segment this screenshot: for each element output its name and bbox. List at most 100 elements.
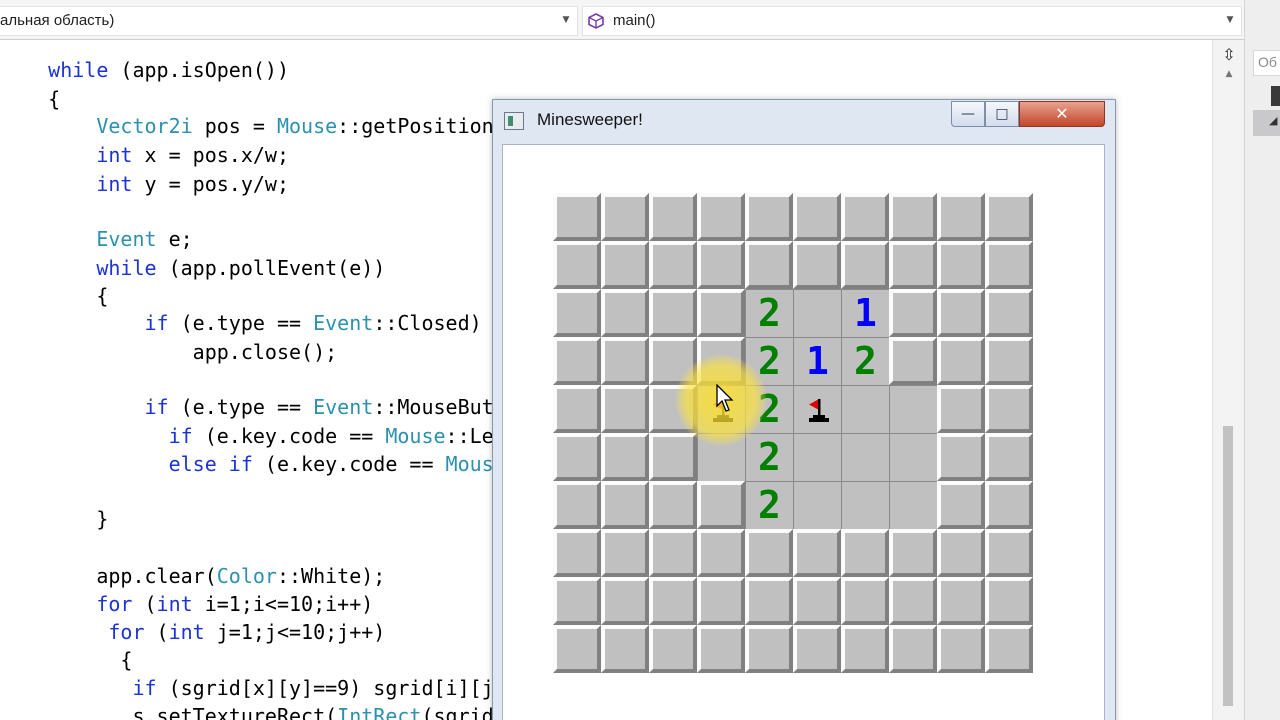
board-cell-closed[interactable] — [553, 433, 601, 481]
board-cell-closed[interactable] — [841, 529, 889, 577]
board-cell-closed[interactable] — [649, 625, 697, 673]
board-cell-closed[interactable] — [697, 241, 745, 289]
board-cell-closed[interactable] — [601, 337, 649, 385]
board-cell-closed[interactable] — [601, 625, 649, 673]
board-cell-closed[interactable] — [553, 337, 601, 385]
board-cell-closed[interactable] — [793, 193, 841, 241]
board-cell-closed[interactable] — [985, 625, 1033, 673]
board-cell-closed[interactable] — [601, 289, 649, 337]
board-cell-closed[interactable] — [985, 481, 1033, 529]
board-cell-closed[interactable] — [889, 577, 937, 625]
board-cell-closed[interactable] — [793, 577, 841, 625]
board-cell-closed[interactable] — [985, 433, 1033, 481]
split-window-icon[interactable]: ⇳ — [1221, 46, 1237, 64]
board-cell-closed[interactable] — [985, 337, 1033, 385]
board-cell-closed[interactable] — [985, 529, 1033, 577]
board-cell-closed[interactable] — [649, 577, 697, 625]
board-cell-closed[interactable] — [601, 385, 649, 433]
board-cell-closed[interactable] — [793, 529, 841, 577]
board-cell-closed[interactable] — [793, 241, 841, 289]
board-cell-closed[interactable] — [937, 289, 985, 337]
board-cell-open[interactable] — [889, 385, 937, 433]
code-line[interactable]: while (app.isOpen()) — [0, 58, 289, 82]
board-cell-open[interactable]: 2 — [745, 433, 793, 481]
board-cell-closed[interactable] — [841, 577, 889, 625]
member-dropdown[interactable]: main() ▼ — [582, 6, 1242, 36]
board-cell-closed[interactable] — [601, 481, 649, 529]
board-cell-closed[interactable] — [745, 241, 793, 289]
board-cell-open[interactable] — [697, 385, 745, 433]
board-cell-open[interactable]: 2 — [841, 337, 889, 385]
board-cell-open[interactable]: 2 — [745, 385, 793, 433]
board-cell-closed[interactable] — [649, 529, 697, 577]
minimize-button[interactable]: — — [951, 101, 985, 127]
scope-dropdown[interactable]: альная область) ▼ — [0, 6, 578, 36]
board-cell-open[interactable] — [889, 433, 937, 481]
code-line[interactable]: if (e.type == Event::MouseButt — [0, 395, 506, 419]
board-cell-open[interactable] — [793, 433, 841, 481]
board-cell-open[interactable] — [793, 385, 841, 433]
close-button[interactable]: ✕ — [1019, 101, 1105, 127]
board-cell-closed[interactable] — [697, 289, 745, 337]
code-line[interactable]: else if (e.key.code == Mouse — [0, 452, 506, 476]
board-cell-closed[interactable] — [697, 193, 745, 241]
minesweeper-board[interactable]: 21212222 — [553, 193, 1033, 673]
scrollbar-thumb[interactable] — [1223, 426, 1233, 706]
board-cell-closed[interactable] — [649, 433, 697, 481]
board-cell-closed[interactable] — [697, 529, 745, 577]
code-line[interactable]: { — [0, 87, 60, 111]
code-line[interactable]: if (e.type == Event::Closed) — [0, 311, 482, 335]
code-line[interactable]: { — [0, 648, 132, 672]
board-cell-closed[interactable] — [553, 385, 601, 433]
board-cell-closed[interactable] — [937, 481, 985, 529]
board-cell-open[interactable]: 2 — [745, 481, 793, 529]
code-line[interactable]: int y = pos.y/w; — [0, 172, 289, 196]
board-cell-closed[interactable] — [553, 289, 601, 337]
board-cell-closed[interactable] — [553, 241, 601, 289]
board-cell-closed[interactable] — [553, 529, 601, 577]
code-line[interactable]: int x = pos.x/w; — [0, 143, 289, 167]
board-cell-open[interactable] — [841, 433, 889, 481]
board-cell-closed[interactable] — [697, 337, 745, 385]
board-cell-open[interactable]: 2 — [745, 289, 793, 337]
board-cell-closed[interactable] — [889, 337, 937, 385]
board-cell-closed[interactable] — [889, 529, 937, 577]
board-cell-closed[interactable] — [889, 241, 937, 289]
code-line[interactable]: } — [0, 507, 108, 531]
board-cell-closed[interactable] — [937, 385, 985, 433]
board-cell-open[interactable] — [889, 481, 937, 529]
board-cell-closed[interactable] — [553, 625, 601, 673]
code-line[interactable]: for (int j=1;j<=10;j++) — [0, 620, 385, 644]
code-line[interactable]: if (e.key.code == Mouse::Lef — [0, 424, 506, 448]
board-cell-closed[interactable] — [937, 193, 985, 241]
board-cell-closed[interactable] — [889, 289, 937, 337]
board-cell-closed[interactable] — [985, 193, 1033, 241]
board-cell-closed[interactable] — [553, 481, 601, 529]
board-cell-closed[interactable] — [793, 625, 841, 673]
board-cell-closed[interactable] — [745, 529, 793, 577]
board-cell-closed[interactable] — [985, 385, 1033, 433]
board-cell-closed[interactable] — [937, 337, 985, 385]
board-cell-open[interactable] — [841, 385, 889, 433]
board-cell-closed[interactable] — [601, 241, 649, 289]
board-cell-closed[interactable] — [841, 241, 889, 289]
code-line[interactable]: while (app.pollEvent(e)) — [0, 256, 385, 280]
board-cell-open[interactable]: 1 — [841, 289, 889, 337]
board-cell-closed[interactable] — [937, 529, 985, 577]
chevron-down-icon[interactable]: ▼ — [1225, 15, 1235, 25]
board-cell-closed[interactable] — [937, 241, 985, 289]
code-line[interactable]: app.clear(Color::White); — [0, 564, 385, 588]
board-cell-closed[interactable] — [697, 577, 745, 625]
board-cell-closed[interactable] — [649, 193, 697, 241]
board-cell-closed[interactable] — [985, 241, 1033, 289]
editor-vertical-scrollbar[interactable]: ⇳ ▲ — [1212, 40, 1244, 720]
board-cell-closed[interactable] — [601, 193, 649, 241]
code-line[interactable]: { — [0, 284, 108, 308]
board-cell-open[interactable] — [697, 433, 745, 481]
project-icon[interactable] — [1271, 86, 1280, 106]
code-line[interactable]: Event e; — [0, 227, 192, 251]
chevron-down-icon[interactable]: ▼ — [561, 15, 571, 25]
board-cell-closed[interactable] — [889, 193, 937, 241]
board-cell-closed[interactable] — [745, 193, 793, 241]
board-cell-closed[interactable] — [985, 577, 1033, 625]
